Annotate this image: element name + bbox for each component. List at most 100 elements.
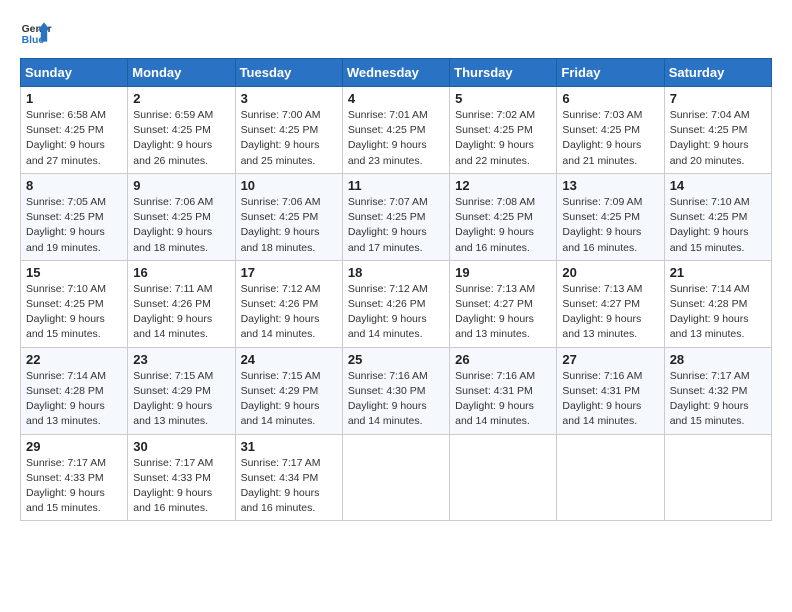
day-number: 21 [670,265,766,280]
calendar-cell: 24 Sunrise: 7:15 AMSunset: 4:29 PMDaylig… [235,347,342,434]
day-number: 25 [348,352,444,367]
calendar-cell: 30 Sunrise: 7:17 AMSunset: 4:33 PMDaylig… [128,434,235,521]
day-number: 28 [670,352,766,367]
day-number: 1 [26,91,122,106]
calendar-cell: 22 Sunrise: 7:14 AMSunset: 4:28 PMDaylig… [21,347,128,434]
day-info: Sunrise: 7:10 AMSunset: 4:25 PMDaylight:… [670,196,750,254]
day-info: Sunrise: 7:12 AMSunset: 4:26 PMDaylight:… [348,283,428,341]
day-number: 23 [133,352,229,367]
calendar-week-row: 29 Sunrise: 7:17 AMSunset: 4:33 PMDaylig… [21,434,772,521]
weekday-header: Monday [128,59,235,87]
day-info: Sunrise: 7:17 AMSunset: 4:32 PMDaylight:… [670,370,750,428]
day-info: Sunrise: 7:07 AMSunset: 4:25 PMDaylight:… [348,196,428,254]
calendar-week-row: 15 Sunrise: 7:10 AMSunset: 4:25 PMDaylig… [21,260,772,347]
day-number: 9 [133,178,229,193]
day-info: Sunrise: 7:10 AMSunset: 4:25 PMDaylight:… [26,283,106,341]
day-info: Sunrise: 7:02 AMSunset: 4:25 PMDaylight:… [455,109,535,167]
calendar-cell: 2 Sunrise: 6:59 AMSunset: 4:25 PMDayligh… [128,87,235,174]
calendar-cell: 26 Sunrise: 7:16 AMSunset: 4:31 PMDaylig… [450,347,557,434]
calendar-cell: 5 Sunrise: 7:02 AMSunset: 4:25 PMDayligh… [450,87,557,174]
day-info: Sunrise: 7:13 AMSunset: 4:27 PMDaylight:… [455,283,535,341]
day-number: 17 [241,265,337,280]
calendar-cell: 18 Sunrise: 7:12 AMSunset: 4:26 PMDaylig… [342,260,449,347]
day-info: Sunrise: 7:14 AMSunset: 4:28 PMDaylight:… [26,370,106,428]
weekday-header: Tuesday [235,59,342,87]
calendar-week-row: 22 Sunrise: 7:14 AMSunset: 4:28 PMDaylig… [21,347,772,434]
calendar-cell: 6 Sunrise: 7:03 AMSunset: 4:25 PMDayligh… [557,87,664,174]
calendar-cell: 10 Sunrise: 7:06 AMSunset: 4:25 PMDaylig… [235,173,342,260]
weekday-header: Wednesday [342,59,449,87]
day-info: Sunrise: 7:04 AMSunset: 4:25 PMDaylight:… [670,109,750,167]
day-info: Sunrise: 7:01 AMSunset: 4:25 PMDaylight:… [348,109,428,167]
day-number: 12 [455,178,551,193]
calendar-cell: 1 Sunrise: 6:58 AMSunset: 4:25 PMDayligh… [21,87,128,174]
day-number: 6 [562,91,658,106]
day-info: Sunrise: 7:11 AMSunset: 4:26 PMDaylight:… [133,283,212,341]
calendar-cell: 25 Sunrise: 7:16 AMSunset: 4:30 PMDaylig… [342,347,449,434]
day-number: 7 [670,91,766,106]
day-info: Sunrise: 7:05 AMSunset: 4:25 PMDaylight:… [26,196,106,254]
day-info: Sunrise: 7:17 AMSunset: 4:33 PMDaylight:… [26,457,106,515]
calendar-table: SundayMondayTuesdayWednesdayThursdayFrid… [20,58,772,521]
day-number: 29 [26,439,122,454]
day-number: 10 [241,178,337,193]
weekday-header: Thursday [450,59,557,87]
calendar-week-row: 8 Sunrise: 7:05 AMSunset: 4:25 PMDayligh… [21,173,772,260]
weekday-header: Friday [557,59,664,87]
day-info: Sunrise: 6:59 AMSunset: 4:25 PMDaylight:… [133,109,213,167]
day-info: Sunrise: 7:15 AMSunset: 4:29 PMDaylight:… [133,370,213,428]
day-number: 31 [241,439,337,454]
day-info: Sunrise: 7:09 AMSunset: 4:25 PMDaylight:… [562,196,642,254]
calendar-cell: 23 Sunrise: 7:15 AMSunset: 4:29 PMDaylig… [128,347,235,434]
calendar-cell: 9 Sunrise: 7:06 AMSunset: 4:25 PMDayligh… [128,173,235,260]
day-number: 5 [455,91,551,106]
day-info: Sunrise: 7:17 AMSunset: 4:34 PMDaylight:… [241,457,321,515]
calendar-cell: 11 Sunrise: 7:07 AMSunset: 4:25 PMDaylig… [342,173,449,260]
day-number: 13 [562,178,658,193]
weekday-header: Sunday [21,59,128,87]
day-info: Sunrise: 7:14 AMSunset: 4:28 PMDaylight:… [670,283,750,341]
day-info: Sunrise: 6:58 AMSunset: 4:25 PMDaylight:… [26,109,106,167]
day-info: Sunrise: 7:06 AMSunset: 4:25 PMDaylight:… [133,196,213,254]
day-number: 30 [133,439,229,454]
day-info: Sunrise: 7:13 AMSunset: 4:27 PMDaylight:… [562,283,642,341]
calendar-cell: 4 Sunrise: 7:01 AMSunset: 4:25 PMDayligh… [342,87,449,174]
calendar-week-row: 1 Sunrise: 6:58 AMSunset: 4:25 PMDayligh… [21,87,772,174]
day-info: Sunrise: 7:12 AMSunset: 4:26 PMDaylight:… [241,283,321,341]
calendar-cell: 20 Sunrise: 7:13 AMSunset: 4:27 PMDaylig… [557,260,664,347]
day-number: 26 [455,352,551,367]
calendar-cell [557,434,664,521]
day-number: 20 [562,265,658,280]
calendar-cell: 29 Sunrise: 7:17 AMSunset: 4:33 PMDaylig… [21,434,128,521]
day-info: Sunrise: 7:17 AMSunset: 4:33 PMDaylight:… [133,457,213,515]
day-info: Sunrise: 7:00 AMSunset: 4:25 PMDaylight:… [241,109,321,167]
calendar-cell: 27 Sunrise: 7:16 AMSunset: 4:31 PMDaylig… [557,347,664,434]
weekday-header: Saturday [664,59,771,87]
day-number: 3 [241,91,337,106]
calendar-cell: 7 Sunrise: 7:04 AMSunset: 4:25 PMDayligh… [664,87,771,174]
calendar-cell [450,434,557,521]
logo-icon: General Blue [20,16,52,48]
calendar-cell: 14 Sunrise: 7:10 AMSunset: 4:25 PMDaylig… [664,173,771,260]
day-info: Sunrise: 7:16 AMSunset: 4:30 PMDaylight:… [348,370,428,428]
day-info: Sunrise: 7:06 AMSunset: 4:25 PMDaylight:… [241,196,321,254]
calendar-cell: 3 Sunrise: 7:00 AMSunset: 4:25 PMDayligh… [235,87,342,174]
day-info: Sunrise: 7:15 AMSunset: 4:29 PMDaylight:… [241,370,321,428]
calendar-cell [342,434,449,521]
day-info: Sunrise: 7:16 AMSunset: 4:31 PMDaylight:… [562,370,642,428]
day-info: Sunrise: 7:03 AMSunset: 4:25 PMDaylight:… [562,109,642,167]
calendar-cell: 28 Sunrise: 7:17 AMSunset: 4:32 PMDaylig… [664,347,771,434]
day-number: 22 [26,352,122,367]
calendar-cell: 17 Sunrise: 7:12 AMSunset: 4:26 PMDaylig… [235,260,342,347]
day-info: Sunrise: 7:08 AMSunset: 4:25 PMDaylight:… [455,196,535,254]
day-number: 19 [455,265,551,280]
day-number: 18 [348,265,444,280]
day-number: 15 [26,265,122,280]
calendar-cell: 8 Sunrise: 7:05 AMSunset: 4:25 PMDayligh… [21,173,128,260]
header: General Blue [20,16,772,48]
day-number: 24 [241,352,337,367]
calendar-cell: 21 Sunrise: 7:14 AMSunset: 4:28 PMDaylig… [664,260,771,347]
calendar-cell: 13 Sunrise: 7:09 AMSunset: 4:25 PMDaylig… [557,173,664,260]
calendar-cell [664,434,771,521]
calendar-cell: 19 Sunrise: 7:13 AMSunset: 4:27 PMDaylig… [450,260,557,347]
